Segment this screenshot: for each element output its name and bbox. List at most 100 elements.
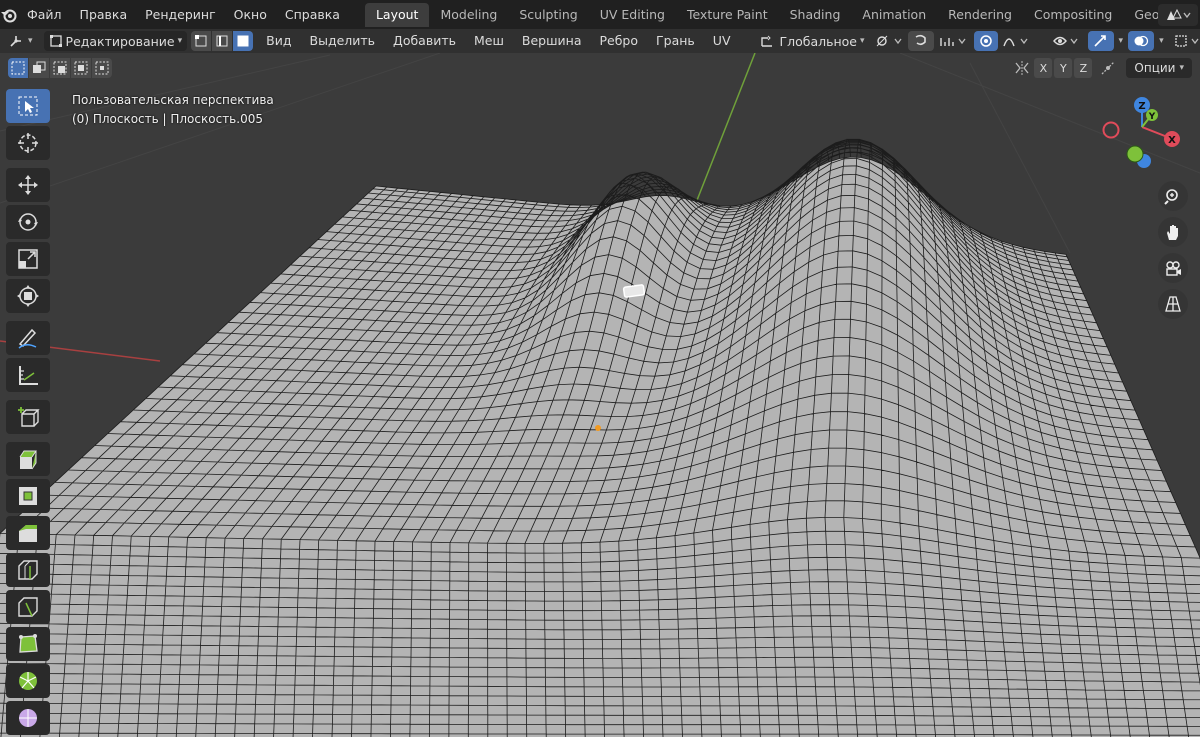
annotate-tool-icon[interactable]	[6, 321, 50, 355]
menu-view[interactable]: Вид	[257, 29, 300, 53]
camera-view-icon[interactable]	[1158, 253, 1188, 283]
tab-compositing[interactable]: Compositing	[1023, 3, 1123, 27]
selection-mode-group	[8, 58, 112, 78]
menu-edge[interactable]: Ребро	[591, 29, 648, 53]
chevron-down-icon: ▾	[860, 36, 865, 46]
smooth-tool-icon[interactable]	[6, 701, 50, 735]
menu-add[interactable]: Добавить	[384, 29, 465, 53]
loop-cut-tool-icon[interactable]	[6, 553, 50, 587]
add-cube-tool-icon[interactable]	[6, 400, 50, 434]
menu-uv[interactable]: UV	[704, 29, 740, 53]
inset-tool-icon[interactable]	[6, 479, 50, 513]
pan-hand-icon[interactable]	[1158, 217, 1188, 247]
select-new-icon[interactable]	[8, 58, 28, 78]
menu-vertex[interactable]: Вершина	[513, 29, 591, 53]
measure-tool-icon[interactable]	[6, 358, 50, 392]
navigation-gizmo[interactable]: Z Y X	[1100, 93, 1180, 173]
gizmo-toggle-icon[interactable]	[1087, 31, 1114, 51]
mode-selector[interactable]: Редактирование ▾	[43, 31, 188, 51]
mirror-z-button[interactable]: Z	[1074, 58, 1093, 78]
snap-icon[interactable]	[907, 31, 934, 51]
select-subtract-icon[interactable]	[50, 58, 70, 78]
menu-mesh[interactable]: Меш	[465, 29, 513, 53]
tab-sculpting[interactable]: Sculpting	[508, 3, 588, 27]
tab-texture-paint[interactable]: Texture Paint	[676, 3, 779, 27]
poly-build-tool-icon[interactable]	[6, 627, 50, 661]
mesh-faces[interactable]	[0, 138, 1200, 737]
scene-selector-icon[interactable]	[1158, 3, 1198, 26]
tab-animation[interactable]: Animation	[851, 3, 937, 27]
cursor-tool-icon[interactable]	[6, 126, 50, 160]
extrude-tool-icon[interactable]	[6, 442, 50, 476]
bevel-tool-icon[interactable]	[6, 516, 50, 550]
view-name: Пользовательская перспектива	[72, 93, 274, 107]
scale-tool-icon[interactable]	[6, 242, 50, 276]
3d-viewport[interactable]: Пользовательская перспектива (0) Плоскос…	[0, 53, 1200, 737]
face-select-icon[interactable]	[233, 31, 254, 51]
knife-tool-icon[interactable]	[6, 590, 50, 624]
gizmo-y-label: Y	[1148, 112, 1156, 122]
selected-face[interactable]	[622, 284, 646, 298]
chevron-down-icon: ▾	[177, 36, 183, 46]
auto-merge-icon[interactable]	[1098, 58, 1118, 78]
spin-tool-icon[interactable]	[6, 664, 50, 698]
mirror-x-button[interactable]: X	[1034, 58, 1053, 78]
gizmo-neg-y-handle[interactable]	[1126, 145, 1144, 163]
y-axis-line	[689, 53, 756, 219]
workspace-tabs: Layout Modeling Sculpting UV Editing Tex…	[364, 0, 1200, 29]
menu-file[interactable]: Файл	[18, 0, 71, 29]
chevron-down-icon: ▾	[1179, 63, 1184, 73]
menu-face[interactable]: Грань	[647, 29, 704, 53]
select-invert-icon[interactable]	[71, 58, 91, 78]
mesh-overlay-icon[interactable]	[1169, 31, 1200, 51]
chevron-down-icon[interactable]: ▾	[1154, 31, 1169, 51]
proportional-editing-icon[interactable]	[973, 31, 998, 51]
zoom-icon[interactable]	[1158, 181, 1188, 211]
top-bar: Файл Правка Рендеринг Окно Справка Layou…	[0, 0, 1200, 29]
menu-help[interactable]: Справка	[276, 0, 349, 29]
editor-type-button[interactable]: ▾	[4, 31, 38, 51]
deformed-plane-mesh[interactable]	[0, 138, 1200, 737]
vertex-select-icon[interactable]	[191, 31, 212, 51]
transform-tool-icon[interactable]	[6, 279, 50, 313]
menu-edit[interactable]: Правка	[71, 0, 137, 29]
overlays-icon[interactable]	[1128, 31, 1155, 51]
tab-shading[interactable]: Shading	[779, 3, 852, 27]
options-dropdown[interactable]: Опции ▾	[1126, 58, 1192, 78]
mirror-icon[interactable]	[1012, 58, 1032, 78]
select-intersect-icon[interactable]	[92, 58, 112, 78]
perspective-toggle-icon[interactable]	[1158, 289, 1188, 319]
tab-rendering[interactable]: Rendering	[937, 3, 1023, 27]
visibility-icon[interactable]	[1048, 31, 1088, 51]
mirror-axis-bar: X Y Z Опции ▾	[1012, 58, 1192, 78]
chevron-down-icon[interactable]: ▾	[1114, 31, 1129, 51]
move-tool-icon[interactable]	[6, 168, 50, 202]
blender-logo-icon[interactable]	[0, 0, 18, 29]
object-origin	[595, 425, 601, 431]
menu-select[interactable]: Выделить	[301, 29, 385, 53]
tab-uv-editing[interactable]: UV Editing	[589, 3, 676, 27]
grid-line	[969, 62, 1071, 254]
select-mode-group	[191, 31, 254, 51]
gizmo-neg-x-handle[interactable]	[1102, 121, 1120, 139]
viewport-header: ▾ Редактирование ▾ Вид Выделить Добавить…	[0, 29, 1200, 53]
snap-target-icon[interactable]	[934, 31, 974, 51]
chevron-down-icon: ▾	[28, 36, 33, 46]
pivot-point-icon[interactable]	[870, 31, 908, 51]
falloff-icon[interactable]	[998, 31, 1038, 51]
tab-layout[interactable]: Layout	[364, 2, 430, 27]
mesh-scene[interactable]	[0, 53, 1200, 737]
mirror-y-button[interactable]: Y	[1054, 58, 1073, 78]
options-label: Опции	[1134, 61, 1176, 75]
gizmo-z-label: Z	[1138, 101, 1145, 112]
tab-modeling[interactable]: Modeling	[429, 3, 508, 27]
edge-select-icon[interactable]	[212, 31, 233, 51]
menu-window[interactable]: Окно	[225, 0, 276, 29]
transform-orientation-selector[interactable]: Глобальное ▾	[754, 31, 870, 51]
menu-render[interactable]: Рендеринг	[136, 0, 225, 29]
select-box-tool-icon[interactable]	[6, 89, 50, 123]
orientation-label: Глобальное	[779, 33, 858, 49]
gizmo-x-label: X	[1168, 135, 1176, 146]
select-extend-icon[interactable]	[29, 58, 49, 78]
rotate-tool-icon[interactable]	[6, 205, 50, 239]
